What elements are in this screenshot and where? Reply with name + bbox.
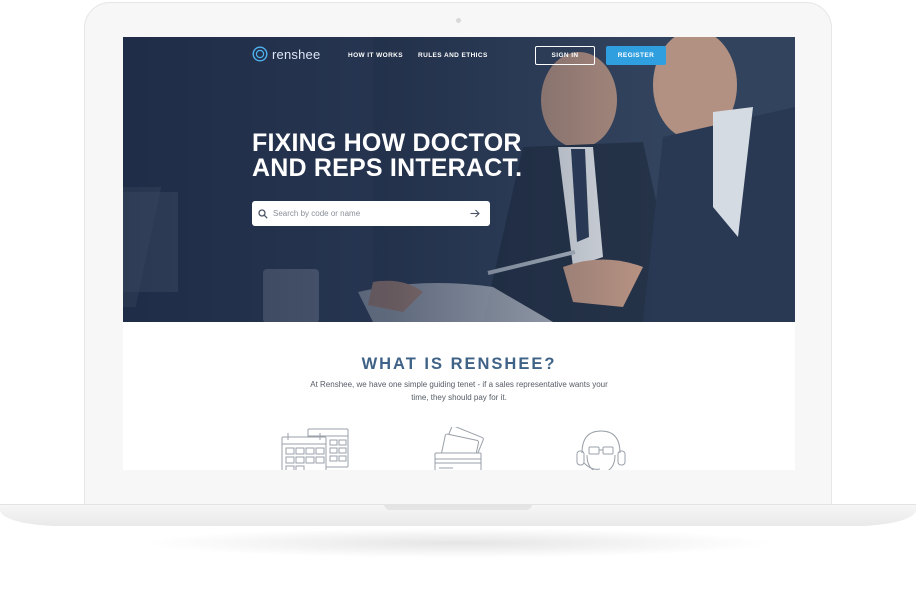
website-screen: renshee HOW IT WORKS RULES AND ETHICS SI… [123, 37, 795, 470]
search-box[interactable] [252, 201, 490, 226]
nav-link-how-it-works[interactable]: HOW IT WORKS [348, 52, 403, 59]
section-description: At Renshee, we have one simple guiding t… [310, 380, 608, 402]
hero-title-line-2: AND REPS INTERACT. [252, 154, 523, 182]
hero-section: renshee HOW IT WORKS RULES AND ETHICS SI… [123, 37, 795, 322]
nav-link-rules-and-ethics[interactable]: RULES AND ETHICS [418, 52, 488, 59]
calendar-icon [281, 428, 349, 470]
laptop-notch [384, 504, 532, 510]
logo-text: renshee [272, 46, 321, 62]
renshee-logo[interactable]: renshee [252, 46, 320, 62]
top-navigation: renshee HOW IT WORKS RULES AND ETHICS SI… [123, 37, 795, 77]
search-input[interactable] [273, 209, 463, 218]
arrow-right-icon[interactable] [470, 209, 480, 218]
register-button[interactable]: REGISTER [606, 46, 666, 65]
headset-icon [576, 430, 626, 470]
credit-cards-icon [434, 427, 484, 470]
section-title: WHAT IS RENSHEE? [361, 355, 557, 373]
sign-in-button[interactable]: SIGN IN [535, 46, 595, 65]
laptop-shadow [140, 528, 776, 558]
hero-title: FIXING HOW DOCTOR AND REPS INTERACT. [252, 131, 572, 181]
camera-dot [456, 18, 461, 23]
hero-title-line-1: FIXING HOW DOCTOR [252, 129, 522, 157]
logo-ring-icon [252, 46, 268, 62]
search-icon [258, 208, 268, 219]
